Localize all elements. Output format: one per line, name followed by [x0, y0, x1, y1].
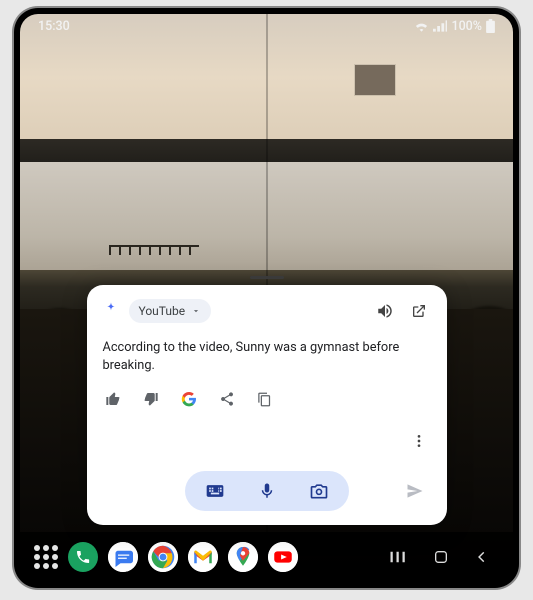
drag-handle[interactable] [250, 276, 284, 279]
app-drawer-icon[interactable] [34, 545, 58, 569]
mic-icon[interactable] [255, 479, 279, 503]
open-external-icon[interactable] [407, 299, 431, 323]
nav-buttons [389, 549, 499, 565]
app-phone[interactable] [68, 542, 98, 572]
app-chrome[interactable] [148, 542, 178, 572]
sparkle-icon [103, 301, 119, 321]
screen: 15:30 100% [20, 14, 513, 582]
status-bar: 15:30 100% [20, 14, 513, 38]
battery-icon [486, 19, 495, 33]
action-row [103, 389, 431, 409]
chevron-down-icon [191, 306, 201, 316]
source-chip[interactable]: YouTube [129, 299, 212, 323]
assistant-response: According to the video, Sunny was a gymn… [103, 339, 431, 375]
speaker-icon[interactable] [373, 299, 397, 323]
google-search-icon[interactable] [179, 389, 199, 409]
nav-home[interactable] [433, 549, 449, 565]
input-row [103, 471, 431, 511]
status-right: 100% [414, 19, 495, 34]
device-frame: 15:30 100% [14, 8, 519, 588]
card-header: YouTube [103, 299, 431, 323]
input-pill [185, 471, 349, 511]
assistant-card: YouTube According to the video, Sunny wa… [87, 285, 447, 525]
wifi-icon [414, 20, 429, 32]
share-icon[interactable] [217, 389, 237, 409]
app-youtube[interactable] [268, 542, 298, 572]
more-icon[interactable] [407, 429, 431, 453]
copy-icon[interactable] [255, 389, 275, 409]
send-icon[interactable] [403, 479, 427, 503]
status-time: 15:30 [38, 19, 70, 34]
keyboard-icon[interactable] [203, 479, 227, 503]
thumbs-up-icon[interactable] [103, 389, 123, 409]
chip-label: YouTube [139, 304, 186, 318]
battery-percent: 100% [451, 19, 482, 34]
taskbar [20, 532, 513, 582]
nav-recents[interactable] [389, 549, 407, 565]
nav-back[interactable] [475, 549, 489, 565]
thumbs-down-icon[interactable] [141, 389, 161, 409]
app-maps[interactable] [228, 542, 258, 572]
cell-signal-icon [433, 20, 447, 32]
app-gmail[interactable] [188, 542, 218, 572]
app-messages[interactable] [108, 542, 138, 572]
camera-icon[interactable] [307, 479, 331, 503]
